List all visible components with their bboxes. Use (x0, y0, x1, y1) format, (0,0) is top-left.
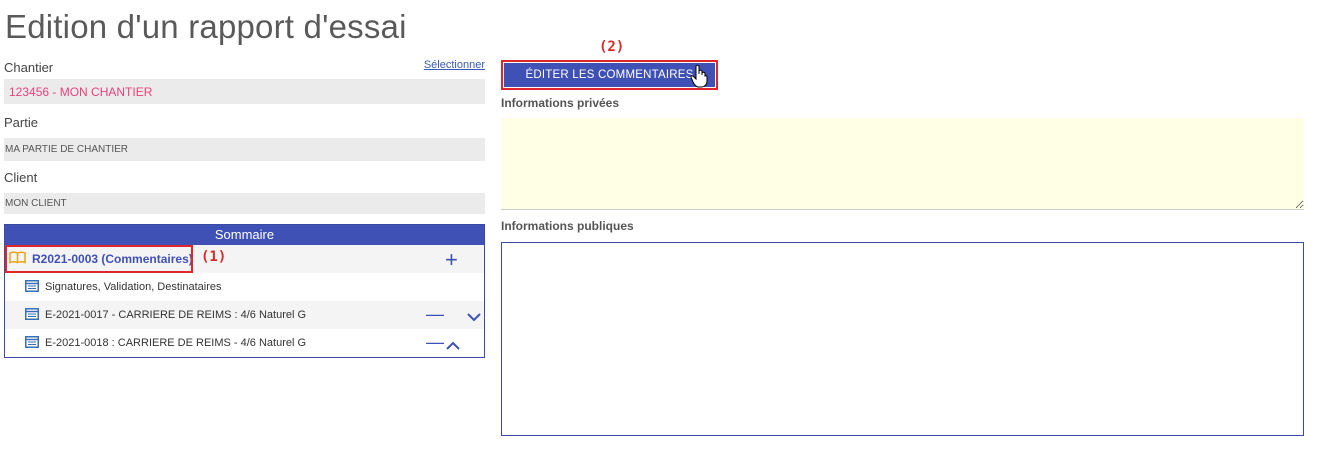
hand-cursor-icon (690, 64, 708, 93)
page-title: Edition d'un rapport d'essai (5, 8, 407, 45)
minus-icon[interactable]: — (426, 305, 444, 323)
client-value: MON CLIENT (5, 198, 67, 209)
annotation-1: (1) (201, 249, 227, 265)
form-icon (25, 335, 39, 351)
public-info-textarea[interactable] (501, 242, 1304, 436)
summary-header: Sommaire (5, 225, 484, 245)
summary-item[interactable]: E-2021-0017 - CARRIERE DE REIMS : 4/6 Na… (5, 301, 484, 329)
summary-item[interactable]: Signatures, Validation, Destinataires (5, 273, 484, 301)
chantier-value: 123456 - MON CHANTIER (9, 84, 153, 99)
highlight-box-1 (5, 245, 193, 273)
summary-item[interactable]: E-2021-0018 : CARRIERE DE REIMS - 4/6 Na… (5, 329, 484, 357)
chevron-up-icon[interactable] (446, 336, 460, 354)
summary-panel: Sommaire R2021-0003 (Commentaires) + Sig… (4, 224, 485, 358)
private-info-label: Informations privées (501, 96, 620, 110)
plus-icon[interactable]: + (445, 249, 458, 271)
partie-label: Partie (4, 115, 38, 130)
edit-comments-button[interactable]: ÉDITER LES COMMENTAIRES (504, 63, 715, 87)
chevron-down-icon[interactable] (467, 307, 481, 325)
summary-item-label[interactable]: Signatures, Validation, Destinataires (45, 281, 222, 293)
form-icon (25, 279, 39, 295)
client-field[interactable]: MON CLIENT (4, 193, 485, 214)
select-chantier-link[interactable]: Sélectionner (424, 59, 485, 71)
public-info-label: Informations publiques (501, 219, 634, 233)
chantier-field[interactable]: 123456 - MON CHANTIER (4, 79, 485, 104)
private-info-textarea[interactable] (501, 118, 1304, 210)
annotation-2: (2) (599, 39, 625, 55)
partie-field[interactable]: MA PARTIE DE CHANTIER (4, 138, 485, 161)
client-label: Client (4, 170, 38, 185)
chantier-label: Chantier (4, 60, 54, 75)
summary-item-label[interactable]: E-2021-0017 - CARRIERE DE REIMS : 4/6 Na… (45, 309, 306, 321)
partie-value: MA PARTIE DE CHANTIER (5, 144, 128, 155)
summary-item-label[interactable]: E-2021-0018 : CARRIERE DE REIMS - 4/6 Na… (45, 337, 306, 349)
form-icon (25, 307, 39, 323)
minus-icon[interactable]: — (426, 333, 444, 351)
